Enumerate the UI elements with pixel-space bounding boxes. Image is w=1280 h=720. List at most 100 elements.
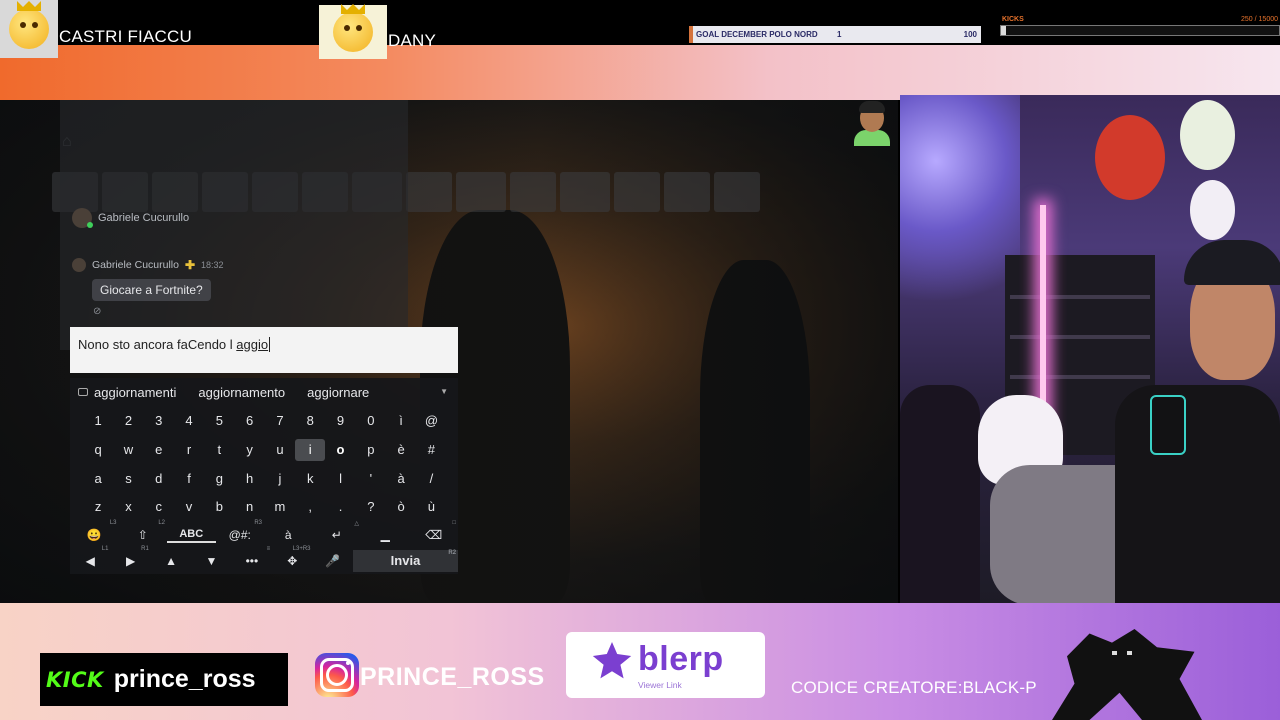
key[interactable]: z <box>83 496 113 518</box>
key[interactable]: d <box>144 468 174 490</box>
key[interactable]: . <box>325 496 355 518</box>
ps-plus-icon: ✚ <box>184 258 196 272</box>
key[interactable]: è <box>386 439 416 461</box>
key[interactable]: ì <box>386 410 416 432</box>
game-tile[interactable] <box>560 172 610 212</box>
key[interactable]: ò <box>386 496 416 518</box>
blerp-badge[interactable]: blerp Viewer Link <box>566 632 765 698</box>
key[interactable]: 1 <box>83 410 113 432</box>
shift-key[interactable]: ⇧ L2 <box>119 520 168 542</box>
right-key[interactable]: ▶ R1 <box>110 546 150 568</box>
key[interactable]: l <box>325 468 355 490</box>
button-hint: R3 <box>254 520 262 526</box>
accent-key[interactable]: à <box>264 528 313 542</box>
suggestion[interactable]: aggiornare <box>307 385 369 400</box>
suggestion[interactable]: aggiornamenti <box>94 385 176 400</box>
key[interactable]: 6 <box>234 410 264 432</box>
message-meta: Gabriele Cucurullo ✚ 18:32 <box>72 258 224 272</box>
left-key-label: ◀ <box>85 554 95 568</box>
crowned-emoji-icon <box>333 4 373 52</box>
key[interactable]: / <box>416 468 446 490</box>
game-tile[interactable] <box>664 172 710 212</box>
instagram-username[interactable]: PRINCE_ROSS <box>360 663 545 692</box>
button-hint: R1 <box>141 546 149 552</box>
down-key[interactable]: ▼ <box>191 554 231 568</box>
mod-name: DANY <box>388 31 437 50</box>
profile-memoji-icon[interactable] <box>852 100 892 146</box>
key[interactable]: u <box>265 439 295 461</box>
key[interactable]: h <box>234 468 264 490</box>
game-tile[interactable] <box>614 172 660 212</box>
key[interactable]: @ <box>416 410 446 432</box>
message-bubble[interactable]: Giocare a Fortnite? <box>92 279 211 301</box>
game-tile[interactable] <box>406 172 452 212</box>
key[interactable]: j <box>265 468 295 490</box>
message-input[interactable]: Nono sto ancora faCendo l aggio <box>70 327 458 373</box>
mic-key[interactable]: 🎤 <box>313 554 353 568</box>
key[interactable]: i <box>295 439 326 461</box>
abc-key[interactable]: ABC <box>167 528 216 543</box>
key[interactable]: n <box>234 496 264 518</box>
key[interactable]: # <box>416 439 446 461</box>
backspace-key[interactable]: ⌫ □ <box>410 520 459 542</box>
key[interactable]: ? <box>356 496 386 518</box>
key[interactable]: f <box>174 468 204 490</box>
more-key[interactable]: ••• ≡ <box>232 546 272 568</box>
key[interactable]: w <box>113 439 143 461</box>
key[interactable]: e <box>144 439 174 461</box>
key[interactable]: g <box>204 468 234 490</box>
key[interactable]: 7 <box>265 410 295 432</box>
key-row: z x c v b n m,.? ò ù <box>83 496 447 518</box>
key[interactable]: 5 <box>204 410 234 432</box>
key[interactable]: à <box>386 468 416 490</box>
key[interactable]: y <box>234 439 264 461</box>
chevron-down-icon[interactable]: ▼ <box>440 387 448 396</box>
kick-badge[interactable]: KICK prince_ross <box>40 653 288 706</box>
key[interactable]: t <box>204 439 234 461</box>
kicks-count: 250 / 15000 <box>1241 16 1278 23</box>
key[interactable]: q <box>83 439 113 461</box>
key[interactable]: 4 <box>174 410 204 432</box>
key[interactable]: b <box>204 496 234 518</box>
up-key[interactable]: ▲ <box>151 554 191 568</box>
key[interactable]: 9 <box>325 410 355 432</box>
key-row: a s d f g h j k l ' à / <box>83 468 447 490</box>
key[interactable]: ù <box>416 496 446 518</box>
left-key[interactable]: ◀ L1 <box>70 546 110 568</box>
space-key[interactable]: ▁ <box>361 528 410 542</box>
key[interactable]: ' <box>356 468 386 490</box>
key[interactable]: 3 <box>144 410 174 432</box>
game-tile[interactable] <box>510 172 556 212</box>
key[interactable]: 2 <box>113 410 143 432</box>
chat-header: Gabriele Cucurullo <box>72 208 189 228</box>
key[interactable]: 8 <box>295 410 325 432</box>
reaction-icon[interactable]: ⊘ <box>93 306 101 317</box>
game-tile[interactable] <box>456 172 506 212</box>
key[interactable]: s <box>113 468 143 490</box>
symbols-key[interactable]: @#: R3 <box>216 520 265 542</box>
key[interactable]: , <box>295 496 325 518</box>
balloon <box>1190 180 1235 240</box>
button-hint: ≡ <box>266 546 271 552</box>
key[interactable]: 0 <box>356 410 386 432</box>
send-button[interactable]: Invia R2 <box>352 550 459 572</box>
key[interactable]: k <box>295 468 325 490</box>
controller-key[interactable]: ✥ L3+R3 <box>272 546 312 568</box>
key[interactable]: o <box>325 439 355 461</box>
suggestion[interactable]: aggiornamento <box>198 385 285 400</box>
top-bar <box>0 0 1280 45</box>
key[interactable]: r <box>174 439 204 461</box>
key[interactable]: v <box>174 496 204 518</box>
key[interactable]: p <box>356 439 386 461</box>
key[interactable]: m <box>265 496 295 518</box>
key[interactable]: a <box>83 468 113 490</box>
enter-key[interactable]: ↵ △ <box>313 521 362 542</box>
goal-widget: GOAL DECEMBER POLO NORD 1 100 <box>689 26 981 43</box>
emoji-key[interactable]: 😀 L3 <box>70 520 119 542</box>
shelf-row <box>1010 335 1150 339</box>
balloon <box>1095 115 1165 200</box>
key[interactable]: x <box>113 496 143 518</box>
bottom-banner: KICK prince_ross PRINCE_ROSS blerp Viewe… <box>0 603 1280 720</box>
key[interactable]: c <box>144 496 174 518</box>
game-tile[interactable] <box>714 172 760 212</box>
